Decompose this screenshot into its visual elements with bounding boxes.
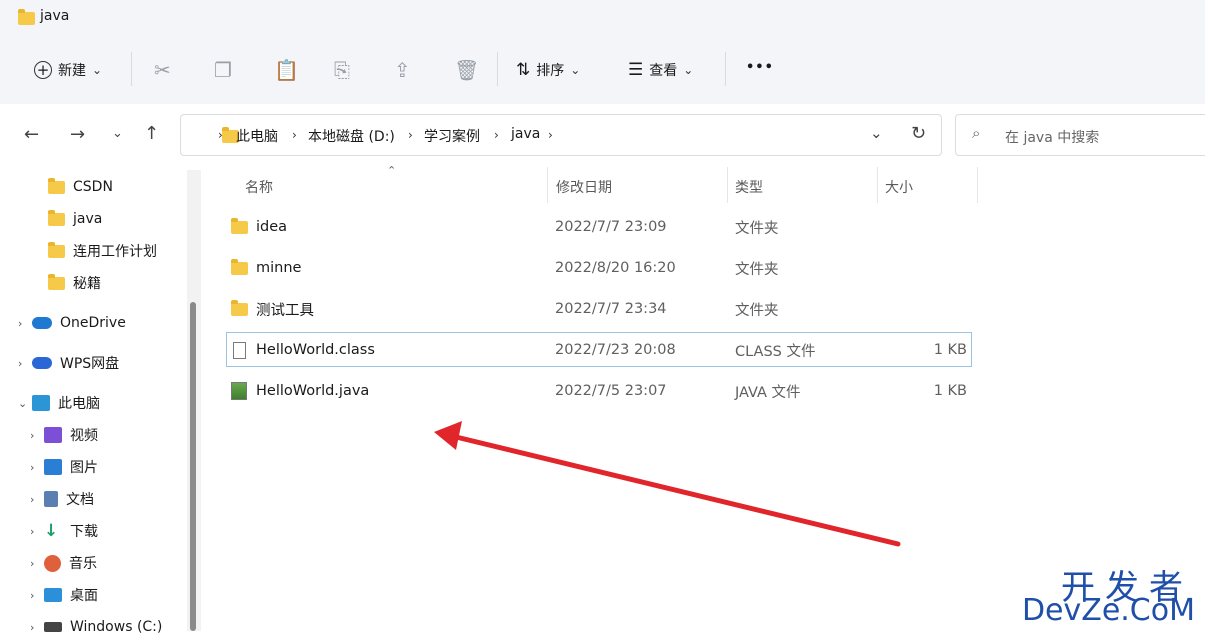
annotation-arrow — [434, 421, 901, 547]
watermark-logo-domain: DevZe.CoM — [1021, 593, 1195, 628]
